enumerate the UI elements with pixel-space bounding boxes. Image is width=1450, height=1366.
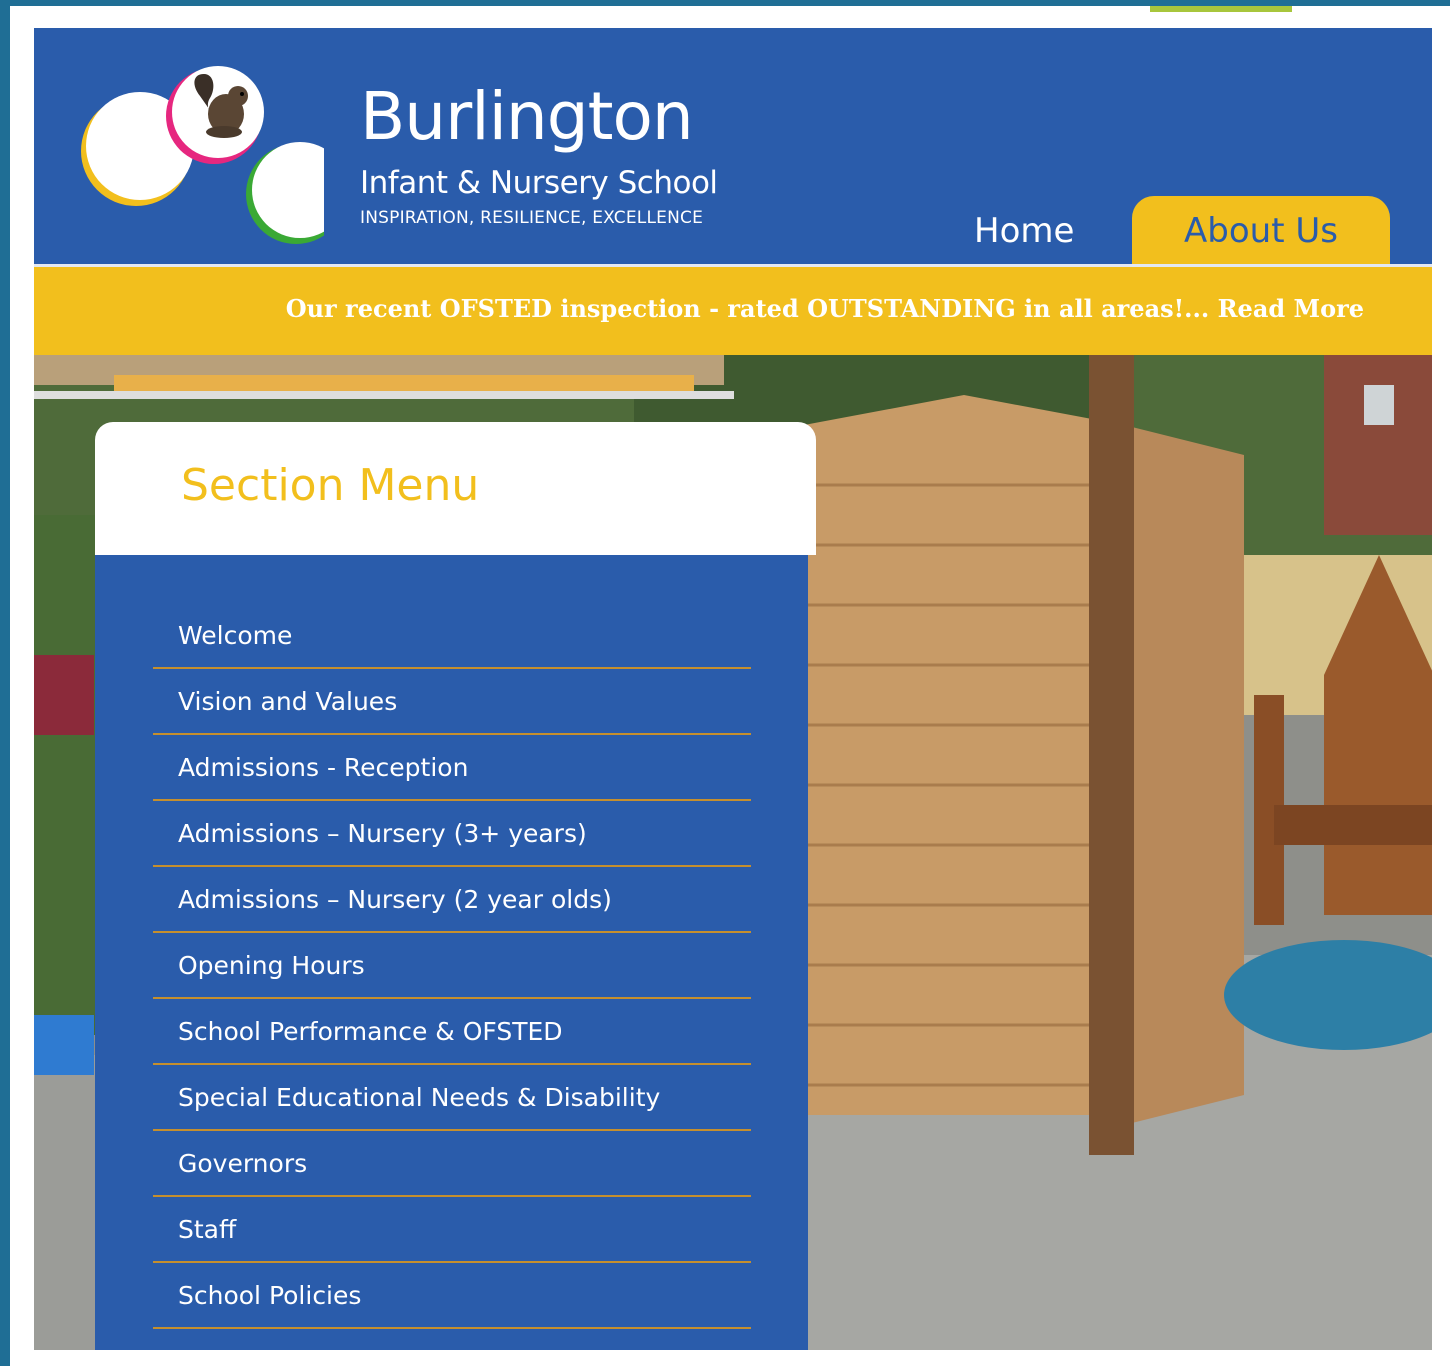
menu-item-welcome[interactable]: Welcome: [153, 603, 751, 669]
section-menu-header: Section Menu: [95, 422, 816, 555]
section-menu-title: Section Menu: [181, 460, 480, 511]
menu-item-label: School Policies: [178, 1281, 362, 1310]
school-tagline: INSPIRATION, RESILIENCE, EXCELLENCE: [360, 208, 704, 228]
school-name: Burlington: [360, 78, 694, 155]
menu-item-school-policies[interactable]: School Policies: [153, 1263, 751, 1329]
section-menu-list: Welcome Vision and Values Admissions - R…: [153, 603, 751, 1329]
menu-item-label: Governors: [178, 1149, 308, 1178]
nav-about-tab[interactable]: About Us: [1132, 196, 1390, 266]
menu-item-label: Welcome: [178, 621, 293, 650]
site-header: Burlington Infant & Nursery School INSPI…: [34, 28, 1432, 266]
page: Burlington Infant & Nursery School INSPI…: [34, 28, 1432, 1350]
school-logo[interactable]: [74, 66, 324, 246]
menu-item-label: Staff: [178, 1215, 237, 1244]
announcement-banner: Our recent OFSTED inspection - rated OUT…: [34, 267, 1432, 355]
menu-item-send[interactable]: Special Educational Needs & Disability: [153, 1065, 751, 1131]
menu-item-label: Opening Hours: [178, 951, 365, 980]
menu-item-label: Special Educational Needs & Disability: [178, 1083, 661, 1112]
announcement-link[interactable]: Our recent OFSTED inspection - rated OUT…: [286, 297, 1364, 321]
menu-item-admissions-nursery-2[interactable]: Admissions – Nursery (2 year olds): [153, 867, 751, 933]
section-menu: Welcome Vision and Values Admissions - R…: [95, 555, 808, 1350]
top-accent-strip: [1150, 6, 1292, 12]
menu-item-label: Admissions – Nursery (2 year olds): [178, 885, 612, 914]
menu-item-opening-hours[interactable]: Opening Hours: [153, 933, 751, 999]
menu-item-performance-ofsted[interactable]: School Performance & OFSTED: [153, 999, 751, 1065]
menu-item-staff[interactable]: Staff: [153, 1197, 751, 1263]
nav-home-link[interactable]: Home: [974, 214, 1074, 248]
menu-item-admissions-reception[interactable]: Admissions - Reception: [153, 735, 751, 801]
menu-item-label: School Performance & OFSTED: [178, 1017, 563, 1046]
nav-about-label: About Us: [1184, 211, 1338, 251]
menu-item-governors[interactable]: Governors: [153, 1131, 751, 1197]
menu-item-admissions-nursery-3[interactable]: Admissions – Nursery (3+ years): [153, 801, 751, 867]
menu-item-vision-values[interactable]: Vision and Values: [153, 669, 751, 735]
menu-item-label: Admissions – Nursery (3+ years): [178, 819, 587, 848]
school-subtitle: Infant & Nursery School: [360, 165, 718, 201]
menu-item-label: Admissions - Reception: [178, 753, 469, 782]
menu-item-label: Vision and Values: [178, 687, 398, 716]
